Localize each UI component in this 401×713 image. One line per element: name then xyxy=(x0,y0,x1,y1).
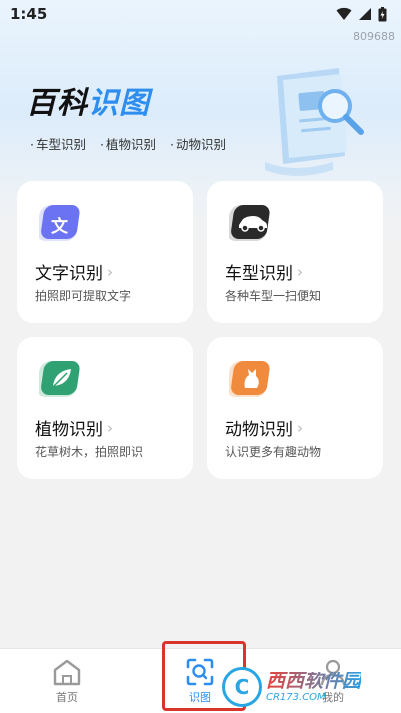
status-icons xyxy=(336,6,387,22)
card-animal-recognition[interactable]: 动物识别 › 认识更多有趣动物 xyxy=(207,337,383,479)
leaf-icon xyxy=(36,359,85,399)
card-title: 动物识别 › xyxy=(225,415,303,441)
card-title-text: 文字识别 xyxy=(35,264,103,284)
card-subtitle: 拍照即可提取文字 xyxy=(35,289,132,303)
watermark-url: CR173.COM xyxy=(266,691,326,703)
chevron-right-icon: › xyxy=(297,262,303,281)
feature-tag: 动物识别 xyxy=(170,134,226,153)
chevron-right-icon: › xyxy=(107,262,113,281)
battery-icon xyxy=(378,6,387,21)
card-title-text: 车型识别 xyxy=(225,264,293,284)
chevron-right-icon: › xyxy=(297,418,303,437)
feature-tag: 车型识别 xyxy=(30,134,86,153)
car-icon xyxy=(226,203,275,243)
card-title-text: 植物识别 xyxy=(35,420,103,440)
nav-label: 首页 xyxy=(56,691,78,704)
text-icon-glyph: 文 xyxy=(51,217,68,237)
status-bar: 1:45 xyxy=(0,0,401,28)
card-title: 文字识别 › xyxy=(35,259,113,285)
card-text-recognition[interactable]: 文 文字识别 › 拍照即可提取文字 xyxy=(17,181,193,323)
home-icon xyxy=(53,659,81,686)
card-subtitle: 花草树木，拍照即识 xyxy=(35,445,144,459)
watermark-main: 西西软件园 xyxy=(266,669,362,692)
card-title: 车型识别 › xyxy=(225,259,303,285)
cat-icon xyxy=(226,359,275,399)
watermark: C 西西软件园 CR173.COM xyxy=(222,664,400,710)
document-search-illustration xyxy=(265,68,364,176)
signal-icon xyxy=(359,8,371,20)
card-subtitle: 各种车型一扫便知 xyxy=(225,289,322,303)
watermark-text: 西西软件园 CR173.COM xyxy=(266,669,362,703)
card-subtitle: 认识更多有趣动物 xyxy=(225,445,322,459)
page-title: 百科识图 xyxy=(26,78,150,122)
watermark-logo-glyph: C xyxy=(234,675,250,699)
text-icon: 文 xyxy=(36,203,85,243)
nav-item-home[interactable]: 首页 xyxy=(27,649,107,713)
card-title-text: 动物识别 xyxy=(225,420,293,440)
chevron-right-icon: › xyxy=(107,418,113,437)
card-title: 植物识别 › xyxy=(35,415,113,441)
watermark-logo-icon: C xyxy=(222,667,262,707)
feature-tag: 植物识别 xyxy=(100,134,156,153)
card-plant-recognition[interactable]: 植物识别 › 花草树木，拍照即识 xyxy=(17,337,193,479)
page-title-part1: 百科 xyxy=(26,86,88,121)
page-title-part2: 识图 xyxy=(88,86,150,121)
card-car-recognition[interactable]: 车型识别 › 各种车型一扫便知 xyxy=(207,181,383,323)
wifi-icon xyxy=(336,7,352,20)
feature-tags: 车型识别 植物识别 动物识别 xyxy=(30,134,226,153)
status-time: 1:45 xyxy=(10,5,48,23)
build-id: 809688 xyxy=(353,30,395,43)
